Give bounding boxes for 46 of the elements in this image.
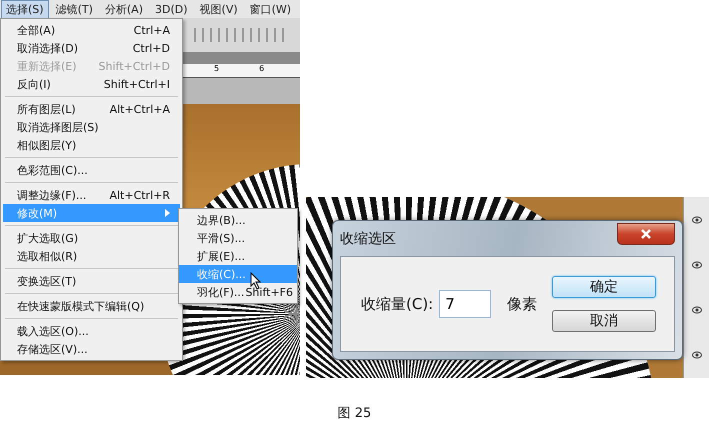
eye-icon[interactable] [692, 216, 702, 224]
menu-item[interactable]: 反向(I) Shift+Ctrl+I [3, 75, 180, 93]
dialog-button[interactable]: 确定 [552, 276, 656, 298]
menu-item[interactable]: 相似图层(Y) [3, 136, 180, 154]
menu-item[interactable]: 平滑(S)... [179, 229, 297, 247]
shortcut-text: Ctrl+A [134, 24, 170, 36]
eye-icon[interactable] [692, 260, 702, 269]
menu-item[interactable]: 色彩范围(C)... [3, 161, 180, 179]
shortcut-text: Shift+Ctrl+I [104, 78, 170, 90]
menu-item[interactable]: 载入选区(O)... [3, 322, 180, 340]
ruler-number: 6 [259, 64, 264, 75]
menu-title[interactable]: 视图(V) [194, 0, 243, 18]
menu-title[interactable]: 3D(D) [150, 0, 193, 18]
eye-icon[interactable] [692, 306, 702, 314]
menu-item[interactable]: 羽化(F)...Shift+F6 [179, 283, 297, 301]
menu-item[interactable]: 在快速蒙版模式下编辑(Q) [3, 297, 180, 315]
dialog-title: 收缩选区 [340, 230, 396, 248]
menu-title[interactable]: 选择(S) [1, 0, 49, 18]
menu-title[interactable]: 分析(A) [100, 0, 148, 18]
menu-item[interactable]: 选取相似(R) [3, 247, 180, 265]
menu-item[interactable]: 存储选区(V)... [3, 340, 180, 358]
eye-icon[interactable] [692, 351, 702, 360]
amount-input-field[interactable]: 7 [439, 290, 492, 318]
unit-label: 像素 [507, 294, 538, 314]
shortcut-text: Shift+Ctrl+D [98, 60, 170, 72]
menu-item[interactable]: 全部(A) Ctrl+A [3, 21, 180, 39]
figure-caption: 图 25 [338, 406, 372, 421]
menu-title[interactable]: 滤镜(T) [50, 0, 98, 18]
menu-item[interactable]: 取消选择图层(S) [3, 118, 180, 136]
field-label: 收缩量(C): [361, 294, 434, 314]
menu-item[interactable]: 扩展(E)... [179, 247, 297, 265]
menu-item[interactable]: 扩大选取(G) [3, 229, 180, 247]
ruler-number: 5 [214, 64, 220, 75]
menu-title[interactable]: 窗口(W) [244, 0, 296, 18]
shortcut-text: Shift+F6 [245, 286, 293, 298]
shortcut-text: Ctrl+D [132, 42, 170, 54]
dialog-button[interactable]: 取消 [552, 310, 656, 332]
menu-item[interactable]: 所有图层(L) Alt+Ctrl+A [3, 100, 180, 118]
menu-item[interactable]: 调整边缘(F)... Alt+Ctrl+R [3, 186, 180, 204]
menu-item[interactable]: 变换选区(T) [3, 272, 180, 290]
close-button[interactable] [617, 222, 675, 244]
menu-item[interactable]: 取消选择(D) Ctrl+D [3, 39, 180, 57]
menu-item[interactable]: 边界(B)... [179, 211, 297, 229]
close-icon [640, 228, 652, 238]
shortcut-text: Alt+Ctrl+R [109, 188, 170, 202]
shortcut-text: Alt+Ctrl+A [110, 102, 170, 116]
